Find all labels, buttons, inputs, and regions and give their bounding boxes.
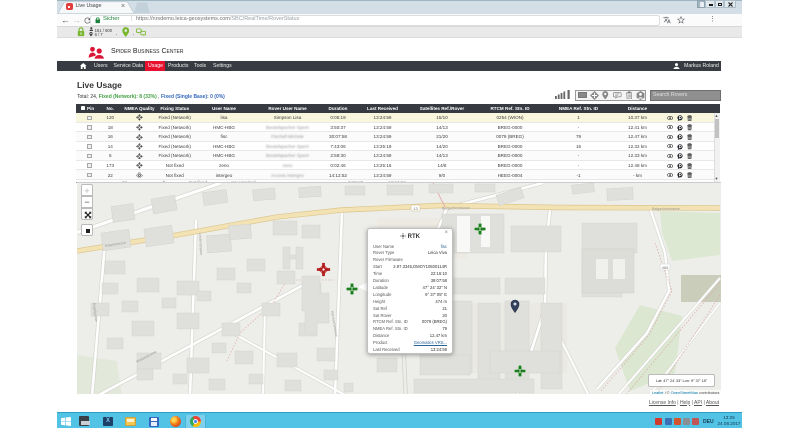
svg-text:Balgacherstrasse: Balgacherstrasse [442,206,470,210]
svg-text:465: 465 [662,265,669,270]
svg-text:13: 13 [413,206,418,211]
svg-text:Balgacherstrasse: Balgacherstrasse [652,207,680,211]
